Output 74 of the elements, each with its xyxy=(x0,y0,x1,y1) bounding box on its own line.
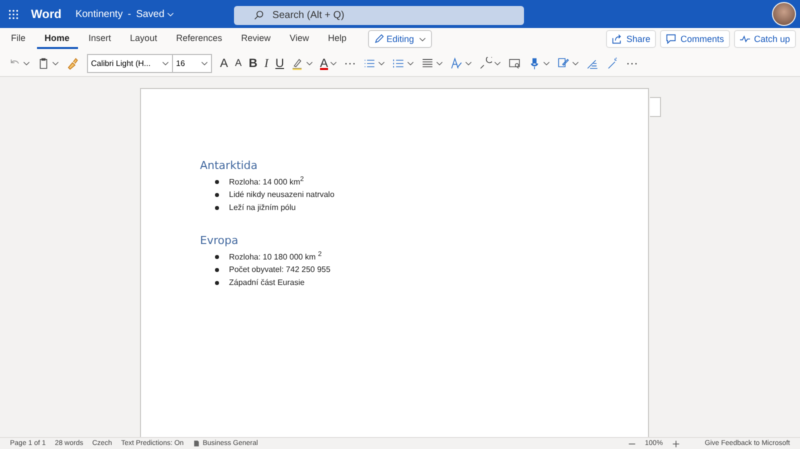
document-icon xyxy=(192,440,200,447)
clipboard-icon xyxy=(37,56,50,70)
bold-button[interactable]: B xyxy=(246,53,260,73)
app-launcher-icon[interactable] xyxy=(8,8,19,20)
chevron-icon[interactable] xyxy=(167,12,174,16)
underline-button[interactable]: U xyxy=(273,53,286,73)
search-icon xyxy=(254,10,264,20)
chevron-icon xyxy=(306,60,314,66)
chevron-icon xyxy=(23,60,30,66)
save-status[interactable]: Saved xyxy=(136,8,164,20)
separator-text: - xyxy=(128,8,132,20)
font-size-dropdown[interactable]: 16 xyxy=(173,54,211,72)
ribbon-tab[interactable]: View xyxy=(282,29,317,49)
font-color-button[interactable]: A xyxy=(318,53,340,73)
ribbon-tab[interactable]: File xyxy=(3,29,34,49)
pencil-icon xyxy=(374,34,384,44)
more-button[interactable]: ··· xyxy=(342,53,358,73)
chevron-icon xyxy=(572,60,580,66)
styles-icon xyxy=(450,56,464,70)
shrink-font-button[interactable]: A xyxy=(233,53,244,73)
search-field[interactable]: Search (Alt + Q) xyxy=(234,6,524,24)
chevron-icon xyxy=(407,60,414,66)
ribbon-tab[interactable]: Layout xyxy=(122,29,166,49)
pulse-icon xyxy=(740,34,750,44)
find-icon xyxy=(479,56,492,70)
chevron-icon xyxy=(494,60,502,66)
comments-button[interactable]: Comments xyxy=(660,30,730,48)
bullet-text: Rozloha: 14 000 km$^{2}$ xyxy=(229,176,304,187)
more-button[interactable]: ··· xyxy=(624,53,640,73)
bullet-icon xyxy=(215,254,219,258)
highlight-icon xyxy=(291,56,304,70)
bullet-icon xyxy=(215,180,219,184)
chevron-icon xyxy=(162,60,169,66)
share-button[interactable]: Share xyxy=(606,30,656,48)
chevron-icon xyxy=(543,60,550,66)
chevron-icon xyxy=(465,60,472,66)
bullet-icon xyxy=(215,192,219,196)
ribbon-tab[interactable]: Help xyxy=(320,29,354,49)
review-icon xyxy=(508,56,522,70)
ribbon-tab[interactable]: Review xyxy=(233,29,279,49)
font-name-dropdown[interactable]: Calibri Light (H... xyxy=(88,54,173,72)
app-name: Word xyxy=(31,7,62,21)
heading: Evropa xyxy=(200,234,240,247)
avatar[interactable] xyxy=(772,2,796,26)
editor-icon xyxy=(557,56,570,70)
ribbon-tab[interactable]: References xyxy=(168,29,230,49)
comment-icon xyxy=(666,34,676,44)
heading: Antarktida xyxy=(200,159,259,172)
chevron-icon xyxy=(436,60,444,66)
editing-mode-button[interactable]: Editing xyxy=(368,30,432,48)
chevron-icon xyxy=(419,36,426,42)
share-icon xyxy=(612,34,622,44)
bullet-icon xyxy=(215,206,219,210)
align-icon xyxy=(421,56,434,70)
chevron-icon xyxy=(378,60,386,66)
document-name[interactable]: Kontinenty xyxy=(75,8,123,20)
bullet-text: Leží na jižním pólu xyxy=(229,203,296,212)
ribbon-tab[interactable]: Insert xyxy=(80,29,120,49)
zoom-in-icon[interactable] xyxy=(672,440,680,448)
grow-font-button[interactable]: A xyxy=(218,53,230,73)
bullet-text: Západní část Eurasie xyxy=(229,278,305,287)
numbering-icon xyxy=(392,56,406,70)
chevron-icon xyxy=(330,60,338,66)
bullet-text: Rozloha: 10 180 000 km $^{2}$ xyxy=(229,251,322,262)
chevron-icon xyxy=(201,60,208,66)
bullet-text: Počet obyvatel: 742 250 955 xyxy=(229,265,330,274)
chevron-icon xyxy=(52,60,59,66)
bullet-text: Lidé nikdy neusazeni natrvalo xyxy=(229,190,334,199)
italic-button[interactable]: I xyxy=(262,53,270,73)
wand-icon xyxy=(606,56,620,70)
catch-up-button[interactable]: Catch up xyxy=(734,30,796,48)
bullet-icon xyxy=(215,268,219,272)
painter-icon xyxy=(66,56,79,70)
bullet-icon xyxy=(215,280,219,284)
